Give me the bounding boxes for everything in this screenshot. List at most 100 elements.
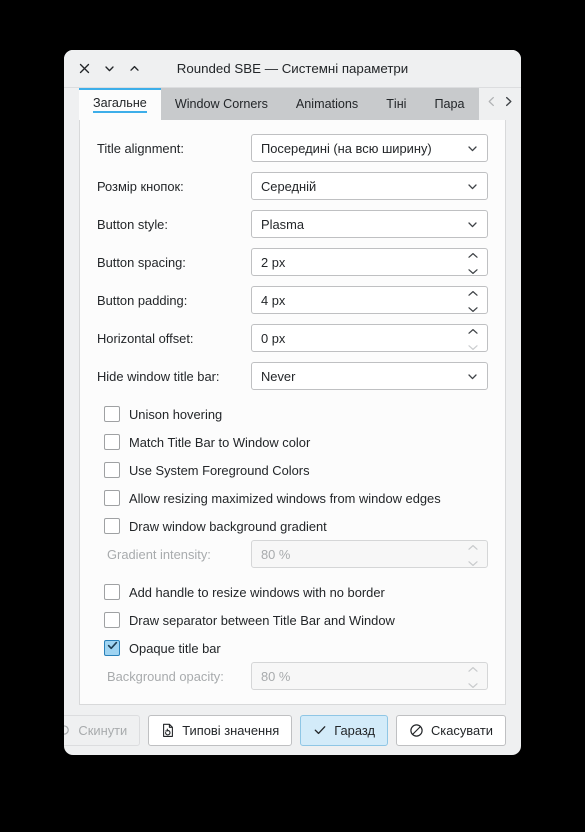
label-title-alignment: Title alignment: [97,140,184,156]
spinbox-background-opacity: 80 % [251,662,488,690]
checkbox-row-draw-separator[interactable]: Draw separator between Title Bar and Win… [97,606,488,634]
button-label: Гаразд [334,722,375,738]
spinbox-gradient-intensity: 80 % [251,540,488,568]
ok-button[interactable]: Гаразд [300,714,388,746]
desktop-background: Rounded SBE — Системні параметри Загальн… [0,0,585,832]
cancel-icon [409,723,424,738]
row-button-style: Button style: Plasma [97,210,488,238]
checkbox-use-system-foreground-colors[interactable] [104,462,120,478]
cancel-button[interactable]: Скасувати [396,714,506,746]
system-settings-window: Rounded SBE — Системні параметри Загальн… [64,50,521,755]
row-gradient-intensity: Gradient intensity: 80 % [97,540,488,568]
checkbox-row-draw-window-background-gradient[interactable]: Draw window background gradient [97,512,488,540]
label-button-spacing: Button spacing: [97,254,186,270]
combo-button-size[interactable]: Середній [251,172,488,200]
combo-value: Середній [261,178,317,194]
row-button-size: Розмір кнопок: Середній [97,172,488,200]
spin-down-icon [467,555,479,570]
row-horizontal-offset: Horizontal offset: 0 px [97,324,488,352]
checkbox-row-unison-hovering[interactable]: Unison hovering [97,400,488,428]
checkbox-row-use-system-foreground-colors[interactable]: Use System Foreground Colors [97,456,488,484]
tab-scroll-right-button[interactable] [500,91,517,117]
spinbox-horizontal-offset[interactable]: 0 px [251,324,488,352]
button-label: Скасувати [431,722,493,738]
spinner-arrows[interactable] [467,285,481,316]
defaults-button[interactable]: Типові значення [148,714,293,746]
tab-para[interactable]: Пара [420,88,479,120]
checkbox-allow-resizing-maximized[interactable] [104,490,120,506]
spinner-arrows [467,661,481,692]
spin-down-icon[interactable] [467,301,479,316]
tab-label: Пара [434,96,465,111]
spinbox-button-spacing[interactable]: 2 px [251,248,488,276]
spinbox-button-padding[interactable]: 4 px [251,286,488,314]
spin-up-icon[interactable] [467,285,479,300]
reset-button[interactable]: Скинути [64,714,141,746]
combo-value: Plasma [261,216,304,232]
tab-label: Animations [295,96,359,111]
tab-label: Загальне [93,97,147,113]
checkbox-opaque-title-bar[interactable] [104,640,120,656]
label-gradient-intensity: Gradient intensity: [107,546,211,562]
chevron-right-icon [503,95,514,113]
tab-scroll-left-button[interactable] [483,91,500,117]
spinner-arrows[interactable] [467,323,481,354]
label-hide-window-title-bar: Hide window title bar: [97,368,220,384]
checkbox-label: Draw separator between Title Bar and Win… [129,612,395,628]
checkbox-row-match-title-bar[interactable]: Match Title Bar to Window color [97,428,488,456]
checkbox-row-opaque-title-bar[interactable]: Opaque title bar [97,634,488,662]
window-controls [64,58,145,80]
row-button-padding: Button padding: 4 px [97,286,488,314]
undo-icon [64,723,71,737]
maximize-button[interactable] [123,58,145,80]
combo-title-alignment[interactable]: Посередині (на всю ширину) [251,134,488,162]
spinbox-value: 80 % [261,668,291,684]
checkbox-unison-hovering[interactable] [104,406,120,422]
tab-tini[interactable]: Тіні [372,88,421,120]
spin-down-icon [467,339,479,354]
tab-animations[interactable]: Animations [281,88,373,120]
tab-window-corners[interactable]: Window Corners [160,88,282,120]
checkbox-label: Opaque title bar [129,640,221,656]
settings-panel: Title alignment: Посередині (на всю шири… [79,120,506,705]
row-background-opacity: Background opacity: 80 % [97,662,488,690]
check-icon [106,639,119,657]
close-button[interactable] [73,58,95,80]
chevron-down-icon [466,180,481,193]
checkbox-draw-window-background-gradient[interactable] [104,518,120,534]
checkbox-label: Add handle to resize windows with no bor… [129,584,385,600]
label-horizontal-offset: Horizontal offset: [97,330,194,346]
spin-down-icon[interactable] [467,263,479,278]
row-hide-window-title-bar: Hide window title bar: Never [97,362,488,390]
checkbox-label: Allow resizing maximized windows from wi… [129,490,441,506]
spinner-arrows[interactable] [467,247,481,278]
chevron-left-icon [486,95,497,113]
combo-hide-window-title-bar[interactable]: Never [251,362,488,390]
checkbox-row-add-handle[interactable]: Add handle to resize windows with no bor… [97,578,488,606]
checkbox-label: Draw window background gradient [129,518,327,534]
spin-up-icon[interactable] [467,247,479,262]
document-revert-icon [161,723,175,738]
chevron-up-icon [128,62,141,75]
label-button-size: Розмір кнопок: [97,178,184,194]
combo-button-style[interactable]: Plasma [251,210,488,238]
checkbox-row-allow-resizing-maximized[interactable]: Allow resizing maximized windows from wi… [97,484,488,512]
checkbox-label: Use System Foreground Colors [129,462,310,478]
spinbox-value: 80 % [261,546,291,562]
checkbox-draw-separator[interactable] [104,612,120,628]
spinbox-value: 4 px [261,292,286,308]
chevron-down-icon [466,218,481,231]
spinbox-value: 2 px [261,254,286,270]
checkbox-add-handle[interactable] [104,584,120,600]
content-wrapper: Title alignment: Посередині (на всю шири… [64,120,521,705]
spin-up-icon [467,661,479,676]
button-label: Скинути [78,722,128,738]
checkbox-label: Unison hovering [129,406,223,422]
label-background-opacity: Background opacity: [107,668,224,684]
checkbox-match-title-bar[interactable] [104,434,120,450]
minimize-button[interactable] [98,58,120,80]
spin-up-icon[interactable] [467,323,479,338]
tab-bar: Загальне Window Corners Animations Тіні … [64,88,521,120]
tab-zagalne[interactable]: Загальне [79,88,161,120]
spin-down-icon [467,677,479,692]
